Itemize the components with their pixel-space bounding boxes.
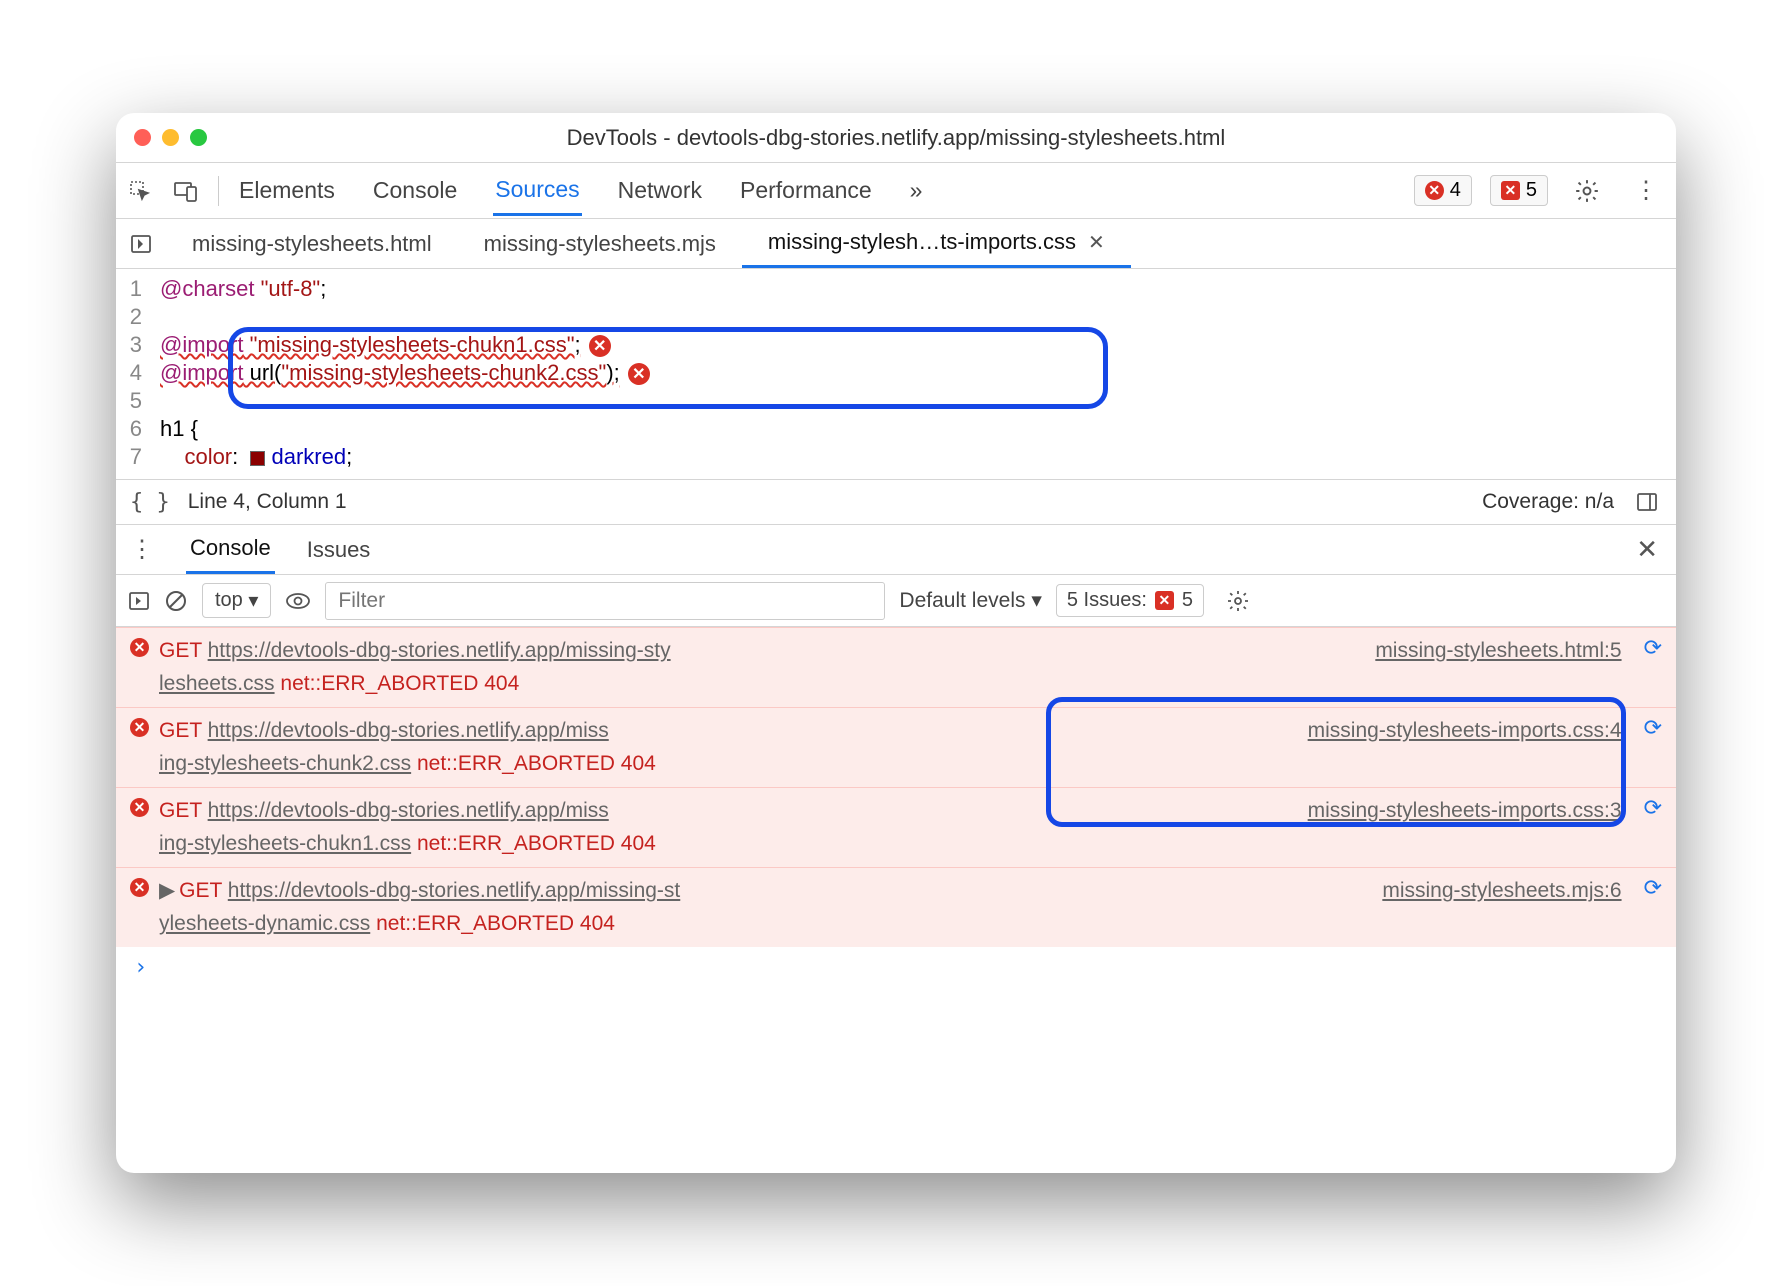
settings-gear-icon[interactable] [1566,178,1608,204]
log-levels-selector[interactable]: Default levels ▾ [899,588,1041,613]
console-filter-input[interactable] [325,582,885,620]
editor-statusbar: { } Line 4, Column 1 Coverage: n/a [116,479,1676,525]
console-sidebar-toggle-icon[interactable] [128,590,150,612]
error-count-badge[interactable]: ✕ 4 [1414,175,1472,206]
color-swatch[interactable] [250,451,265,466]
file-tab-css[interactable]: missing-stylesh…ts-imports.css ✕ [742,219,1131,268]
live-expression-icon[interactable] [285,592,311,610]
url-link[interactable]: https://devtools-dbg-stories.netlify.app… [208,719,609,742]
drawer-tabs: ⋮ Console Issues ✕ [116,525,1676,575]
file-tab-html[interactable]: missing-stylesheets.html [166,221,458,267]
devtools-window: DevTools - devtools-dbg-stories.netlify.… [116,113,1676,1173]
main-toolbar: Elements Console Sources Network Perform… [116,163,1676,219]
expand-triangle-icon[interactable]: ▶ [159,879,175,902]
chevron-down-icon: ▾ [248,588,258,613]
console-error-message[interactable]: ✕ missing-stylesheets-imports.css:4 GET … [116,707,1676,787]
navigator-toggle-icon[interactable] [116,233,166,255]
console-messages: ✕ missing-stylesheets.html:5 GET https:/… [116,627,1676,988]
reload-icon[interactable]: ⟳ [1644,795,1662,821]
code-editor[interactable]: 1@charset "utf-8"; 2 3@import "missing-s… [116,269,1676,479]
error-marker-icon[interactable]: ✕ [589,335,611,357]
device-toggle-icon[interactable] [172,177,200,205]
clear-console-icon[interactable] [164,589,188,613]
url-link[interactable]: ing-stylesheets-chunk2.css [159,752,411,775]
file-tab-mjs[interactable]: missing-stylesheets.mjs [458,221,742,267]
issue-count: 5 [1526,179,1537,202]
url-link[interactable]: ing-stylesheets-chukn1.css [159,832,411,855]
console-error-message[interactable]: ✕ missing-stylesheets.mjs:6 ▶GET https:/… [116,867,1676,947]
kebab-menu-icon[interactable]: ⋮ [1626,176,1666,205]
error-icon: ✕ [1425,181,1444,200]
error-marker-icon[interactable]: ✕ [628,363,650,385]
tab-sources[interactable]: Sources [493,166,581,216]
line-number: 4 [116,360,160,386]
context-selector[interactable]: top ▾ [202,583,271,618]
error-icon: ✕ [130,638,149,657]
line-number: 5 [116,388,160,414]
file-tabs: missing-stylesheets.html missing-stylesh… [116,219,1676,269]
error-icon: ✕ [130,878,149,897]
error-icon: ✕ [130,798,149,817]
line-number: 7 [116,444,160,470]
window-title: DevTools - devtools-dbg-stories.netlify.… [116,125,1676,151]
reload-icon[interactable]: ⟳ [1644,635,1662,661]
url-link[interactable]: https://devtools-dbg-stories.netlify.app… [208,639,671,662]
more-tabs-button[interactable]: » [908,167,925,214]
error-icon: ✕ [130,718,149,737]
close-tab-icon[interactable]: ✕ [1088,230,1105,255]
url-link[interactable]: https://devtools-dbg-stories.netlify.app… [228,879,680,902]
source-link[interactable]: missing-stylesheets.html:5 [1375,635,1621,668]
console-toolbar: top ▾ Default levels ▾ 5 Issues: ✕ 5 [116,575,1676,627]
line-number: 2 [116,304,160,330]
url-link[interactable]: https://devtools-dbg-stories.netlify.app… [208,799,609,822]
coverage-status: Coverage: n/a [1482,490,1614,514]
inspect-element-icon[interactable] [126,177,154,205]
titlebar: DevTools - devtools-dbg-stories.netlify.… [116,113,1676,163]
close-drawer-icon[interactable]: ✕ [1628,534,1666,565]
error-count: 4 [1450,179,1461,202]
tab-console[interactable]: Console [371,167,459,214]
console-error-message[interactable]: ✕ missing-stylesheets.html:5 GET https:/… [116,627,1676,707]
issue-icon: ✕ [1155,591,1174,610]
drawer-tab-issues[interactable]: Issues [303,527,375,573]
url-link[interactable]: lesheets.css [159,672,275,695]
sidebar-toggle-icon[interactable] [1632,491,1662,513]
panel-tabs: Elements Console Sources Network Perform… [237,166,924,216]
drawer-menu-icon[interactable]: ⋮ [126,535,158,564]
console-error-message[interactable]: ✕ missing-stylesheets-imports.css:3 GET … [116,787,1676,867]
console-settings-icon[interactable] [1218,589,1258,613]
console-prompt[interactable]: › [116,947,1676,988]
pretty-print-icon[interactable]: { } [130,490,170,515]
tab-network[interactable]: Network [616,167,704,214]
url-link[interactable]: ylesheets-dynamic.css [159,912,370,935]
line-number: 3 [116,332,160,358]
reload-icon[interactable]: ⟳ [1644,715,1662,741]
issue-count-badge[interactable]: ✕ 5 [1490,175,1548,206]
issues-button[interactable]: 5 Issues: ✕ 5 [1056,584,1204,617]
drawer-tab-console[interactable]: Console [186,525,275,574]
source-link[interactable]: missing-stylesheets-imports.css:4 [1308,715,1622,748]
issue-icon: ✕ [1501,181,1520,200]
source-link[interactable]: missing-stylesheets.mjs:6 [1382,875,1621,908]
line-number: 6 [116,416,160,442]
cursor-position: Line 4, Column 1 [188,490,347,514]
source-link[interactable]: missing-stylesheets-imports.css:3 [1308,795,1622,828]
tab-performance[interactable]: Performance [738,167,874,214]
tab-elements[interactable]: Elements [237,167,337,214]
line-number: 1 [116,276,160,302]
reload-icon[interactable]: ⟳ [1644,875,1662,901]
